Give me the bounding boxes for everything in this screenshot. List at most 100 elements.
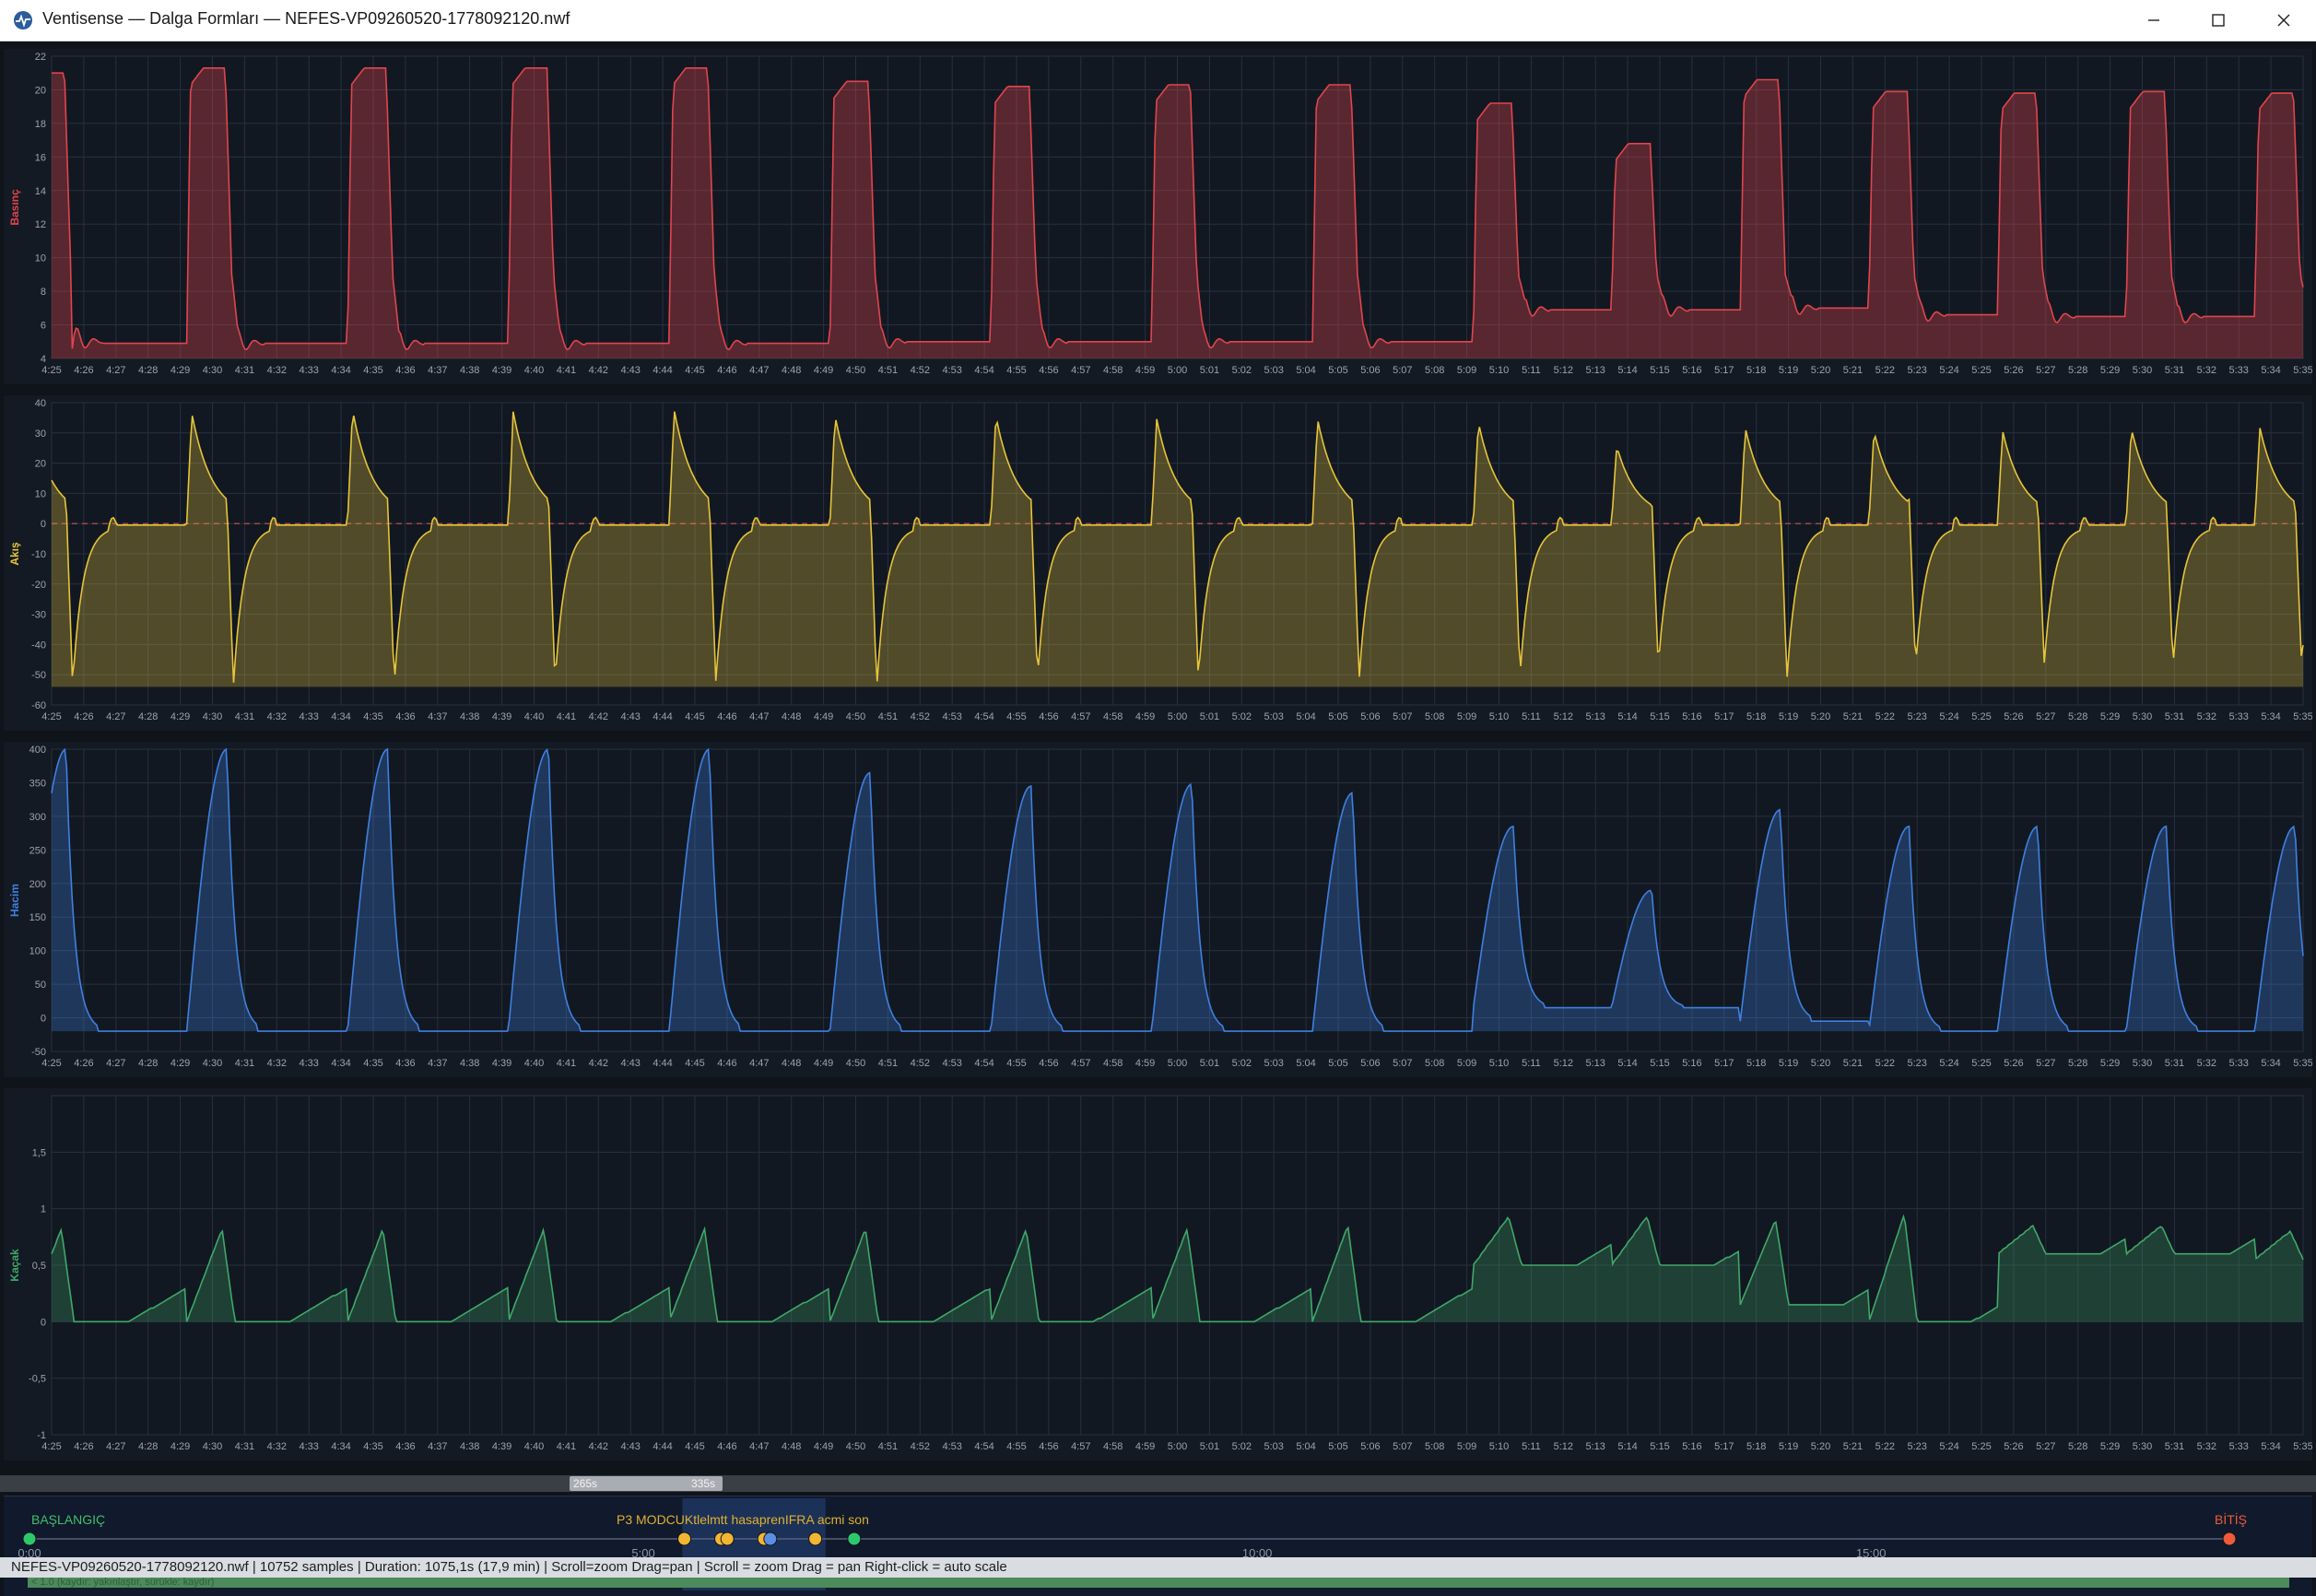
y-tick-label: 22 — [35, 52, 46, 63]
y-axis-title: Kaçak — [8, 1249, 21, 1282]
x-tick-label: 5:34 — [2261, 365, 2280, 376]
x-tick-label: 4:49 — [814, 1441, 833, 1452]
x-tick-label: 4:43 — [620, 711, 640, 722]
y-tick-label: 6 — [41, 321, 46, 332]
volume-panel[interactable]: 4:25 4:26 4:27 4:28 4:29 4:30 4:31 4:32 4:33 4:34… — [4, 742, 2312, 1077]
y-tick-label: -40 — [31, 640, 46, 651]
y-tick-label: 150 — [29, 912, 46, 923]
x-tick-label: 5:08 — [1425, 1058, 1444, 1069]
x-tick-label: 5:26 — [2004, 1058, 2023, 1069]
x-tick-label: 4:53 — [942, 365, 961, 376]
y-tick-label: 50 — [35, 980, 46, 991]
close-button[interactable] — [2251, 0, 2316, 41]
x-tick-label: 5:17 — [1714, 711, 1734, 722]
timeline-canvas[interactable]: 0:00 5:00 10:00 15:00BAŞLANGIÇ BİTİŞP3 MODCU… — [4, 1496, 2312, 1596]
x-tick-label: 4:28 — [138, 1058, 158, 1069]
x-tick-label: 4:54 — [974, 711, 993, 722]
x-tick-label: 5:14 — [1617, 365, 1637, 376]
x-tick-label: 5:02 — [1232, 365, 1252, 376]
leak-panel[interactable]: 4:25 4:26 4:27 4:28 4:29 4:30 4:31 4:32 4:33 4:34… — [4, 1088, 2312, 1461]
x-tick-label: 4:59 — [1135, 1058, 1155, 1069]
x-tick-label: 5:28 — [2068, 1441, 2087, 1452]
maximize-button[interactable] — [2186, 0, 2251, 41]
x-tick-label: 4:36 — [395, 1441, 415, 1452]
x-tick-label: 4:35 — [363, 711, 382, 722]
x-tick-label: 4:25 — [41, 711, 61, 722]
x-tick-label: 4:58 — [1103, 711, 1123, 722]
x-tick-label: 5:22 — [1875, 1441, 1895, 1452]
x-tick-label: 4:41 — [557, 1441, 576, 1452]
x-tick-label: 5:29 — [2100, 365, 2120, 376]
x-tick-label: 4:29 — [170, 1441, 190, 1452]
x-tick-label: 4:39 — [492, 365, 511, 376]
x-tick-label: 4:49 — [814, 1058, 833, 1069]
x-tick-label: 5:05 — [1328, 711, 1347, 722]
minimize-button[interactable] — [2122, 0, 2186, 41]
x-tick-label: 4:42 — [589, 711, 608, 722]
x-tick-label: 4:41 — [557, 365, 576, 376]
y-tick-label: 300 — [29, 812, 46, 823]
x-tick-label: 5:15 — [1650, 1058, 1669, 1069]
x-tick-label: 4:53 — [942, 711, 961, 722]
x-tick-label: 5:27 — [2036, 1058, 2055, 1069]
x-tick-label: 5:32 — [2197, 1441, 2216, 1452]
timeline-marker[interactable] — [763, 1531, 778, 1546]
x-tick-label: 5:23 — [1907, 365, 1926, 376]
x-tick-label: 5:31 — [2165, 711, 2184, 722]
x-tick-label: 5:18 — [1746, 711, 1766, 722]
x-tick-label: 5:00 — [1168, 1058, 1187, 1069]
x-tick-label: 5:12 — [1554, 365, 1573, 376]
session-timeline[interactable]: 0:00 5:00 10:00 15:00 BAŞLANGIÇ BİTİŞ P3 MODCU… — [4, 1496, 2312, 1596]
x-tick-label: 4:56 — [1039, 711, 1058, 722]
x-tick-label: 4:57 — [1071, 365, 1090, 376]
app-icon — [14, 11, 32, 29]
horizontal-scrollbar[interactable] — [0, 1475, 2316, 1492]
x-tick-label: 4:43 — [620, 1441, 640, 1452]
pressure-panel[interactable]: 4:25 4:26 4:27 4:28 4:29 4:30 4:31 4:32 4:33 4:34… — [4, 49, 2312, 384]
y-tick-label: 40 — [35, 398, 46, 409]
x-tick-label: 5:04 — [1296, 365, 1315, 376]
y-tick-label: 12 — [35, 219, 46, 230]
y-tick-label: 20 — [35, 85, 46, 96]
timeline-marker[interactable] — [808, 1531, 823, 1546]
timeline-marker[interactable] — [2222, 1531, 2237, 1546]
x-tick-label: 5:35 — [2293, 365, 2312, 376]
x-tick-label: 5:33 — [2228, 365, 2248, 376]
x-tick-label: 4:46 — [717, 365, 736, 376]
x-tick-label: 5:18 — [1746, 365, 1766, 376]
x-tick-label: 4:34 — [331, 365, 350, 376]
scroll-end-label: 335s — [691, 1477, 716, 1490]
x-tick-label: 5:31 — [2165, 1058, 2184, 1069]
x-tick-label: 5:22 — [1875, 1058, 1895, 1069]
x-tick-label: 5:32 — [2197, 365, 2216, 376]
x-tick-label: 5:16 — [1682, 711, 1701, 722]
x-tick-label: 5:33 — [2228, 1441, 2248, 1452]
x-tick-label: 4:47 — [749, 1058, 769, 1069]
plot-canvas[interactable]: 4:25 4:26 4:27 4:28 4:29 4:30 4:31 4:32 4:33 4:34… — [4, 742, 2312, 1077]
x-tick-label: 5:28 — [2068, 1058, 2087, 1069]
x-tick-label: 5:10 — [1489, 711, 1509, 722]
flow-panel[interactable]: 4:25 4:26 4:27 4:28 4:29 4:30 4:31 4:32 4:33 4:34… — [4, 395, 2312, 731]
plot-canvas[interactable]: 4:25 4:26 4:27 4:28 4:29 4:30 4:31 4:32 4:33 4:34… — [4, 395, 2312, 731]
x-tick-label: 4:36 — [395, 1058, 415, 1069]
timeline-marker[interactable] — [677, 1531, 692, 1546]
x-tick-label: 5:01 — [1200, 1058, 1219, 1069]
x-tick-label: 4:34 — [331, 1441, 350, 1452]
x-tick-label: 5:23 — [1907, 1058, 1926, 1069]
timeline-marker[interactable] — [847, 1531, 862, 1546]
x-tick-label: 5:22 — [1875, 711, 1895, 722]
x-tick-label: 5:07 — [1393, 365, 1412, 376]
x-tick-label: 5:23 — [1907, 711, 1926, 722]
plot-canvas[interactable]: 4:25 4:26 4:27 4:28 4:29 4:30 4:31 4:32 4:33 4:34… — [4, 1088, 2312, 1461]
x-tick-label: 5:07 — [1393, 711, 1412, 722]
timeline-marker[interactable] — [720, 1531, 735, 1546]
x-tick-label: 4:51 — [878, 711, 898, 722]
x-tick-label: 4:30 — [203, 711, 222, 722]
plot-canvas[interactable]: 4:25 4:26 4:27 4:28 4:29 4:30 4:31 4:32 4:33 4:34… — [4, 49, 2312, 384]
y-tick-label: -1 — [37, 1430, 46, 1441]
timeline-marker[interactable] — [22, 1531, 37, 1546]
x-tick-label: 5:19 — [1779, 1058, 1798, 1069]
x-tick-label: 4:26 — [74, 711, 93, 722]
y-tick-label: -60 — [31, 700, 46, 711]
x-tick-label: 4:28 — [138, 1441, 158, 1452]
